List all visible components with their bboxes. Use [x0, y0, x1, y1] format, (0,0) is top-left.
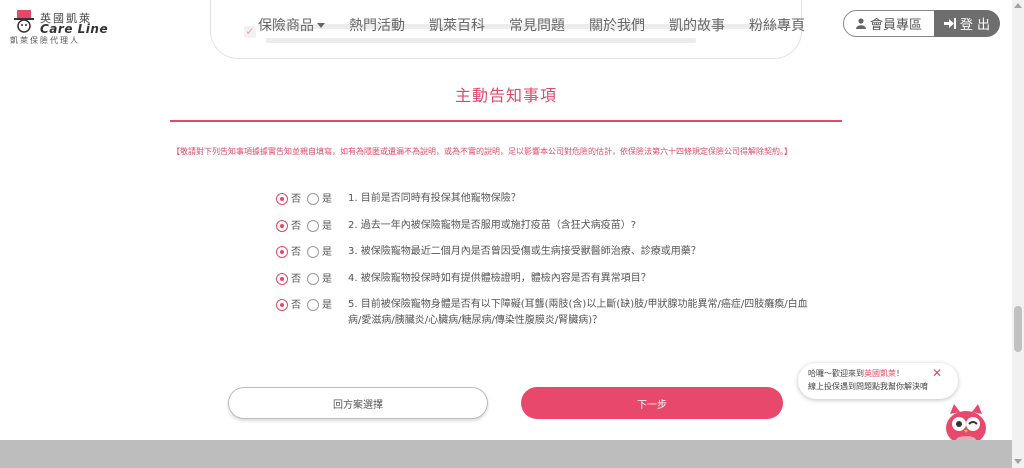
- nav-label: 保險商品: [258, 18, 314, 34]
- site-header: 英國凱萊 Care Line 凱萊保險代理人 保險商品 熱門活動 凱萊百科 常見…: [0, 0, 1012, 50]
- scrollbar[interactable]: [1012, 0, 1024, 468]
- radio-yes[interactable]: [307, 220, 319, 232]
- nav-label: 關於我們: [589, 18, 645, 34]
- radio-no[interactable]: [276, 193, 288, 205]
- nav-item-about-us[interactable]: 關於我們: [589, 15, 645, 35]
- question-text: 4. 被保險寵物投保時如有提供體檢證明，體檢內容是否有異常項目？: [348, 273, 651, 284]
- chat-greeting: 哈囉～歡迎來到: [808, 369, 864, 378]
- question-row: 否 是 4. 被保險寵物投保時如有提供體檢證明，體檢內容是否有異常項目？: [276, 273, 836, 287]
- site-logo[interactable]: 英國凱萊 Care Line 凱萊保險代理人: [10, 8, 122, 45]
- question-row: 否 是 5. 目前被保險寵物身體是否有以下障礙(耳聾(兩肢(含)以上斷(缺)肢/…: [276, 299, 836, 329]
- option-no-label: 否: [291, 221, 301, 232]
- radio-no[interactable]: [276, 220, 288, 232]
- chat-greeting-suffix: ！: [896, 369, 904, 378]
- back-to-plan-button[interactable]: 回方案選擇: [228, 387, 488, 419]
- option-no-label: 否: [291, 300, 301, 311]
- section-title: 主動告知事項: [454, 86, 557, 105]
- logo-english-name: Care Line: [40, 22, 109, 36]
- option-no-label: 否: [291, 274, 301, 285]
- radio-no[interactable]: [276, 299, 288, 311]
- question-row: 否 是 2. 過去一年內被保險寵物是否服用或施打疫苗（含狂犬病疫苗）?: [276, 220, 836, 234]
- option-yes-label: 是: [322, 194, 332, 205]
- nav-item-hot-events[interactable]: 熱門活動: [349, 15, 405, 35]
- radio-no[interactable]: [276, 273, 288, 285]
- scroll-up-arrow-icon[interactable]: [1014, 3, 1022, 8]
- question-text: 3. 被保險寵物最近二個月內是否曾因受傷或生病接受獸醫師治療、診療或用藥？: [348, 246, 701, 257]
- option-yes-label: 是: [322, 300, 332, 311]
- chat-help-text: 線上投保遇到問題點我幫你解決唷: [808, 382, 928, 391]
- member-area-label: 會員專區: [869, 18, 922, 33]
- title-divider: [170, 120, 842, 122]
- sign-in-icon: [943, 18, 956, 29]
- nav-label: 凱的故事: [669, 18, 725, 34]
- user-icon: [855, 18, 866, 29]
- nav-label: 凱萊百科: [429, 18, 485, 34]
- close-icon[interactable]: ✕: [932, 366, 942, 380]
- question-text: 5. 目前被保險寵物身體是否有以下障礙(耳聾(兩肢(含)以上斷(缺)肢/甲狀腺功…: [348, 299, 808, 326]
- nav-item-fan-page[interactable]: 粉絲專頁: [749, 15, 805, 35]
- logo-tagline: 凱萊保險代理人: [10, 36, 80, 45]
- page-footer: [0, 440, 1012, 468]
- nav-item-insurance-products[interactable]: 保險商品: [258, 15, 325, 35]
- logout-label: 登 出: [959, 18, 991, 33]
- question-text: 2. 過去一年內被保險寵物是否服用或施打疫苗（含狂犬病疫苗）?: [348, 220, 637, 231]
- option-no-label: 否: [291, 247, 301, 258]
- radio-yes[interactable]: [307, 299, 319, 311]
- option-no-label: 否: [291, 194, 301, 205]
- option-yes-label: 是: [322, 247, 332, 258]
- nav-label: 熱門活動: [349, 18, 405, 34]
- scroll-down-arrow-icon[interactable]: [1014, 459, 1022, 464]
- nav-label: 粉絲專頁: [749, 18, 805, 34]
- scrollbar-thumb[interactable]: [1014, 306, 1022, 352]
- option-yes-label: 是: [322, 274, 332, 285]
- member-area-button[interactable]: 會員專區: [843, 10, 935, 37]
- radio-yes[interactable]: [307, 246, 319, 258]
- nav-label: 常見問題: [509, 18, 565, 34]
- question-row: 否 是 3. 被保險寵物最近二個月內是否曾因受傷或生病接受獸醫師治療、診療或用藥…: [276, 246, 836, 260]
- chat-brand: 英國凱萊: [864, 369, 896, 378]
- option-yes-label: 是: [322, 221, 332, 232]
- radio-no[interactable]: [276, 246, 288, 258]
- radio-yes[interactable]: [307, 193, 319, 205]
- disclosure-notice: 【敬請對下列告知事項據據實告知並親自填寫，如有為隱匿或遺漏不為說明，或為不實的說…: [172, 147, 792, 156]
- logo-hat-icon: [14, 10, 34, 33]
- main-nav: 保險商品 熱門活動 凱萊百科 常見問題 關於我們 凱的故事 粉絲專頁: [258, 13, 829, 37]
- nav-item-story[interactable]: 凱的故事: [669, 15, 725, 35]
- radio-yes[interactable]: [307, 273, 319, 285]
- nav-item-encyclopedia[interactable]: 凱萊百科: [429, 15, 485, 35]
- next-step-button[interactable]: 下一步: [521, 387, 783, 419]
- question-text: 1. 目前是否同時有投保其他寵物保險？: [348, 193, 521, 204]
- question-row: 否 是 1. 目前是否同時有投保其他寵物保險？: [276, 193, 836, 207]
- logout-button[interactable]: 登 出: [934, 10, 1000, 37]
- nav-item-faq[interactable]: 常見問題: [509, 15, 565, 35]
- caret-down-icon: [317, 22, 325, 28]
